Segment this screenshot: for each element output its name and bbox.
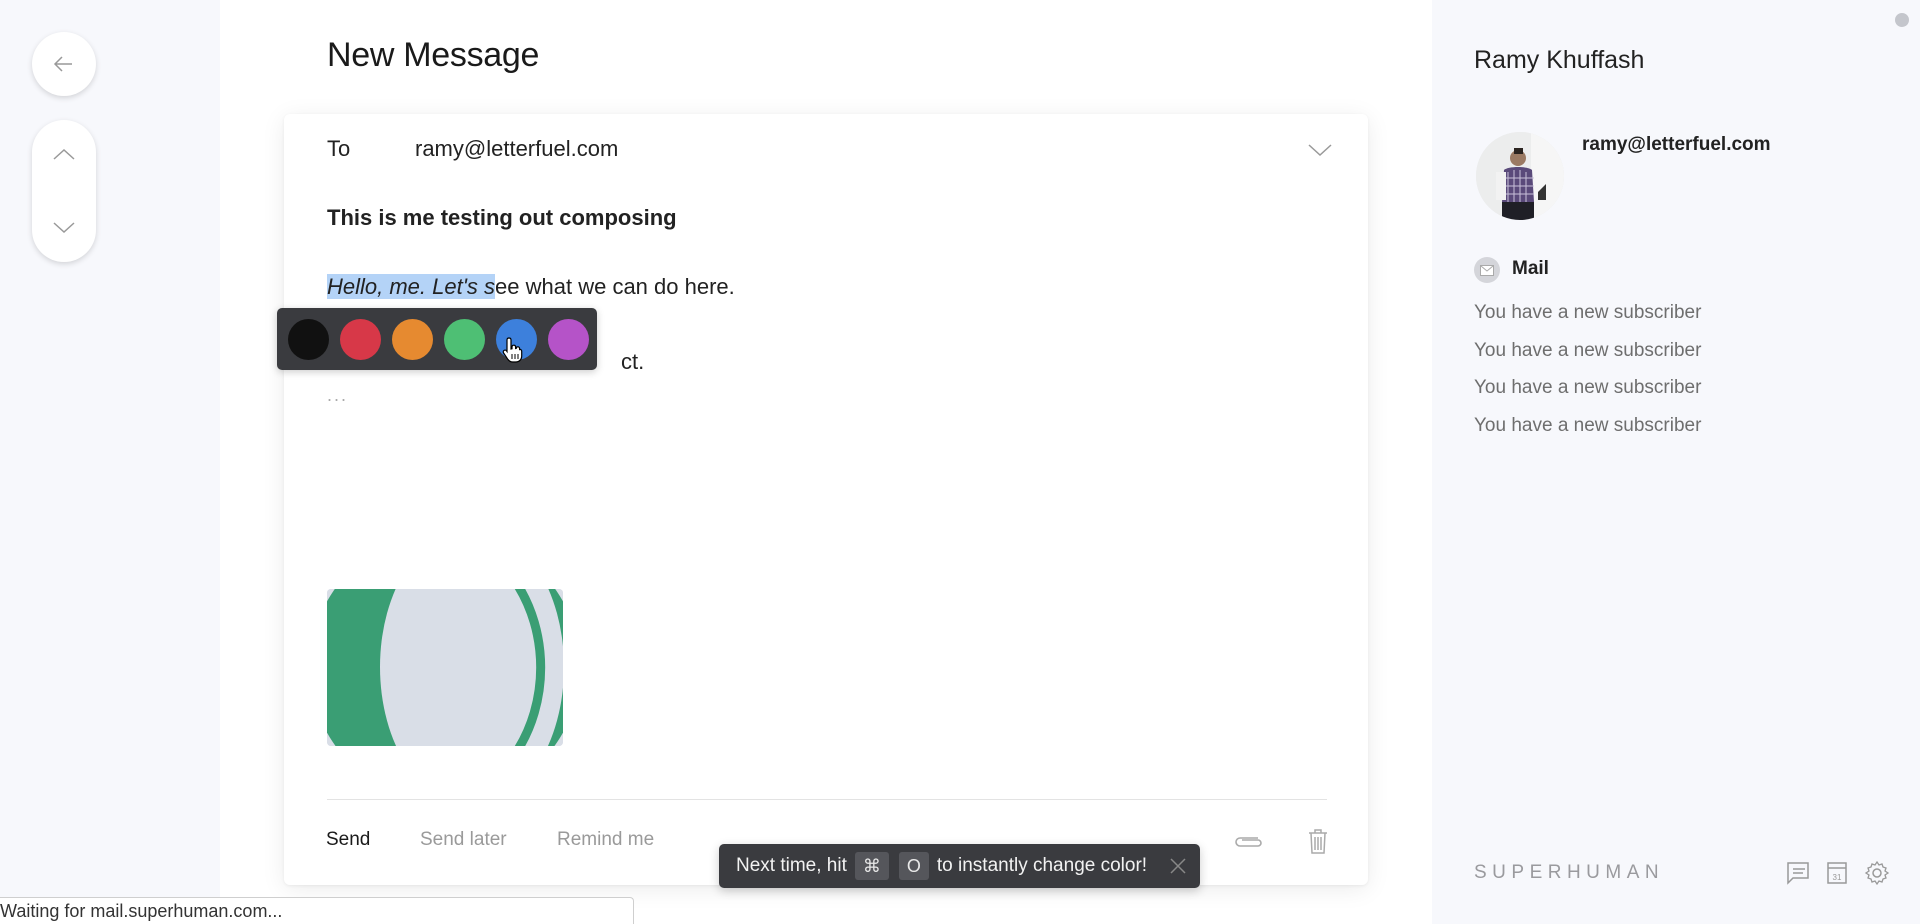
mail-list-item[interactable]: You have a new subscriber: [1474, 377, 1701, 399]
hint-toast: Next time, hit ⌘ O to instantly change c…: [719, 844, 1200, 888]
color-swatch-orange[interactable]: [392, 318, 433, 360]
color-swatch-purple[interactable]: [548, 318, 589, 360]
page-title: New Message: [327, 36, 540, 74]
chevron-down-icon[interactable]: [1306, 140, 1334, 160]
send-later-button[interactable]: Send later: [420, 829, 507, 851]
trash-icon[interactable]: [1307, 827, 1329, 855]
shortcut-key-cmd: ⌘: [854, 852, 889, 880]
brand-logo: SUPERHUMAN: [1474, 862, 1665, 883]
compose-panel: New Message To ramy@letterfuel.com This …: [220, 0, 1432, 924]
remind-me-button[interactable]: Remind me: [557, 829, 654, 851]
color-swatch-blue[interactable]: [496, 318, 537, 360]
next-button[interactable]: [32, 198, 96, 258]
mail-list-item[interactable]: You have a new subscriber: [1474, 302, 1701, 324]
shortcut-key-o: O: [898, 852, 929, 880]
body-editor[interactable]: Hello, me. Let's see what we can do here…: [327, 274, 735, 300]
svg-text:31: 31: [1833, 873, 1842, 882]
color-palette: [277, 308, 597, 370]
contact-name: Ramy Khuffash: [1474, 46, 1645, 74]
toast-text-prefix: Next time, hit: [736, 855, 847, 876]
left-rail: [0, 0, 220, 924]
color-swatch-green[interactable]: [444, 318, 485, 360]
selected-text: Hello, me. Let's s: [327, 274, 496, 299]
close-icon[interactable]: [1168, 856, 1188, 876]
avatar-photo: [1476, 132, 1564, 220]
browser-status-bar: Waiting for mail.superhuman.com...: [0, 897, 634, 924]
chevron-up-icon: [53, 148, 75, 160]
body-text: ee what we can do here.: [495, 274, 735, 299]
paperclip-icon[interactable]: [1232, 830, 1264, 854]
chevron-down-icon: [53, 222, 75, 234]
chat-icon[interactable]: [1785, 860, 1811, 886]
to-label: To: [327, 136, 351, 161]
calendar-icon[interactable]: 31: [1824, 860, 1850, 886]
image-thumbnail: [327, 589, 563, 746]
footer-divider: [327, 799, 1327, 800]
mail-section-label: Mail: [1512, 258, 1549, 279]
previous-button[interactable]: [32, 124, 96, 184]
avatar: [1476, 132, 1564, 220]
color-swatch-red[interactable]: [340, 318, 381, 360]
mail-list-item[interactable]: You have a new subscriber: [1474, 340, 1701, 362]
status-indicator: [1895, 13, 1909, 27]
color-swatch-black[interactable]: [288, 318, 329, 360]
mail-icon: [1474, 257, 1500, 283]
thread-navigator: [32, 120, 96, 262]
contact-email[interactable]: ramy@letterfuel.com: [1582, 134, 1771, 156]
subject-field[interactable]: This is me testing out composing: [327, 205, 677, 231]
quoted-text-toggle[interactable]: ...: [327, 385, 348, 406]
contact-panel: Ramy Khuffash ramy@letterfuel.com Mail Y…: [1432, 0, 1920, 924]
toast-text-suffix: to instantly change color!: [936, 855, 1148, 876]
body-text: ct.: [621, 349, 645, 374]
gear-icon[interactable]: [1864, 860, 1890, 886]
to-field[interactable]: ramy@letterfuel.com: [415, 136, 618, 162]
send-button[interactable]: Send: [326, 829, 370, 851]
arrow-left-icon: [53, 56, 72, 72]
back-button[interactable]: [32, 32, 96, 96]
mail-list-item[interactable]: You have a new subscriber: [1474, 415, 1701, 437]
attachment-image[interactable]: [327, 589, 563, 746]
